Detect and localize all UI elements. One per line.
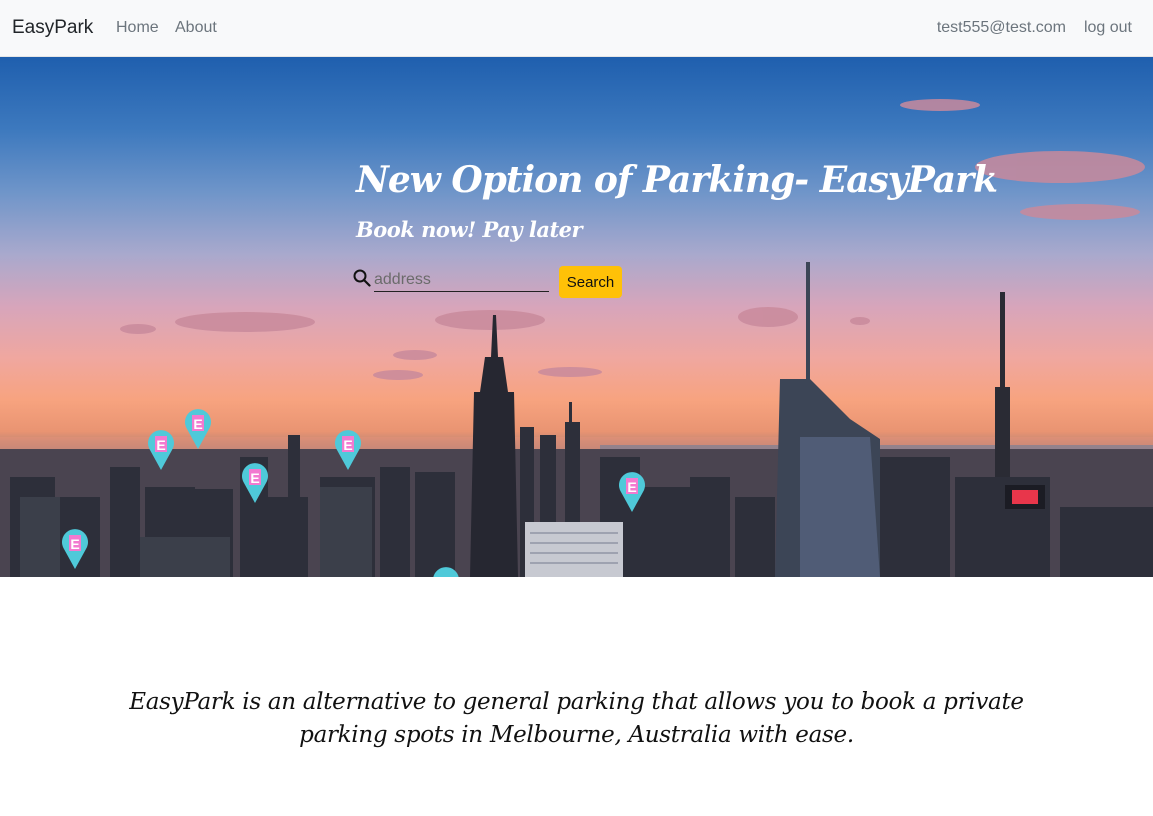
search-button[interactable]: Search <box>559 266 622 298</box>
nav-about-link[interactable]: About <box>175 19 217 37</box>
brand-logo[interactable]: EasyPark <box>12 17 93 39</box>
navbar: EasyPark Home About test555@test.com log… <box>0 0 1153 57</box>
about-description: EasyPark is an alternative to general pa… <box>129 689 1024 748</box>
nav-home-link[interactable]: Home <box>116 19 159 37</box>
parking-marker-icon[interactable]: E <box>618 472 646 512</box>
hero-banner: E E E E E E New Option of Parking- EasyP… <box>0 57 1153 577</box>
logout-link[interactable]: log out <box>1084 19 1132 37</box>
svg-text:E: E <box>343 437 352 453</box>
parking-marker-icon[interactable]: E <box>241 463 269 503</box>
parking-marker-icon[interactable]: E <box>147 430 175 470</box>
city-skyline-image <box>0 99 1153 577</box>
svg-text:E: E <box>193 416 202 432</box>
user-email-link[interactable]: test555@test.com <box>937 19 1066 37</box>
svg-text:E: E <box>627 479 636 495</box>
svg-text:E: E <box>70 536 79 552</box>
parking-marker-icon[interactable]: E <box>184 409 212 449</box>
address-search-input[interactable] <box>374 268 549 292</box>
parking-marker-icon[interactable]: E <box>61 529 89 569</box>
svg-text:E: E <box>156 437 165 453</box>
hero-subtitle: Book now! Pay later <box>356 217 583 242</box>
parking-marker-icon[interactable]: E <box>334 430 362 470</box>
search-icon <box>353 269 371 287</box>
hero-title: New Option of Parking- EasyPark <box>356 159 998 201</box>
parking-marker-icon[interactable] <box>432 567 460 577</box>
svg-text:E: E <box>250 470 259 486</box>
